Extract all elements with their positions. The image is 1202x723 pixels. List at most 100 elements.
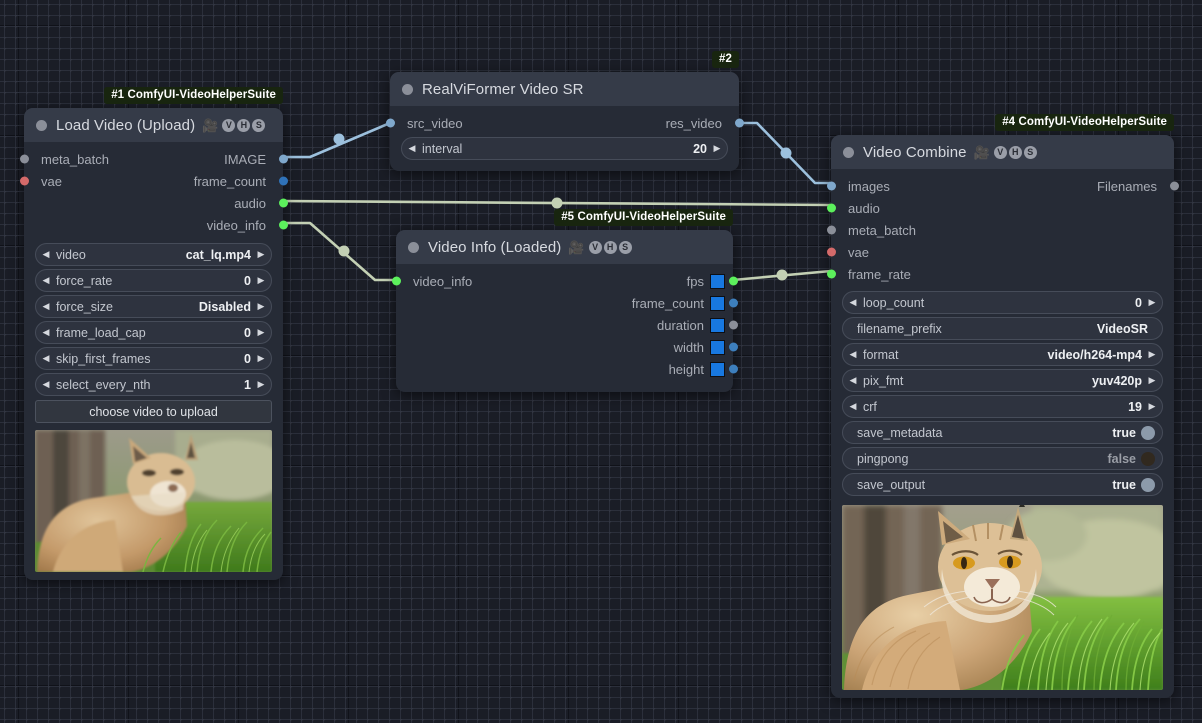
input-slot-frame-rate[interactable]: frame_rate (826, 263, 1003, 285)
input-slot-vae[interactable]: vae (19, 170, 154, 192)
widget-skip-first-frames[interactable]: ◀ skip_first_frames 0 ▶ (35, 347, 272, 370)
output-slot-frame-count[interactable]: frame_count (154, 170, 288, 192)
slot-dot[interactable] (826, 269, 836, 279)
slot-dot[interactable] (278, 154, 288, 164)
output-slot-width[interactable]: width (565, 336, 738, 358)
widget-value: 0 (244, 351, 251, 366)
chevron-left-icon[interactable]: ◀ (36, 301, 56, 312)
chevron-left-icon[interactable]: ◀ (843, 375, 863, 386)
widget-format[interactable]: ◀ format video/h264-mp4 ▶ (842, 343, 1163, 366)
toggle-icon[interactable] (1141, 477, 1155, 492)
node-header-icons: 🎥 V H S (568, 240, 632, 254)
chevron-right-icon[interactable]: ▶ (1142, 349, 1162, 360)
slot-dot[interactable] (1169, 181, 1179, 191)
chevron-right-icon[interactable]: ▶ (251, 249, 271, 260)
output-slot-image[interactable]: IMAGE (154, 148, 288, 170)
input-slot-images[interactable]: images (826, 175, 1003, 197)
input-slot-video-info[interactable]: video_info (391, 270, 565, 292)
toggle-icon[interactable] (1141, 451, 1155, 466)
slot-dot[interactable] (19, 176, 29, 186)
input-slot-meta-batch[interactable]: meta_batch (826, 219, 1003, 241)
input-slot-audio[interactable]: audio (826, 197, 1003, 219)
slot-dot[interactable] (385, 118, 395, 128)
node-realviformer-video-sr[interactable]: #2 RealViFormer Video SR src_video res_v… (385, 51, 744, 171)
chevron-right-icon[interactable]: ▶ (251, 301, 271, 312)
slot-dot[interactable] (728, 342, 738, 352)
widget-pix-fmt[interactable]: ◀ pix_fmt yuv420p ▶ (842, 369, 1163, 392)
node-video-info-loaded[interactable]: #5 ComfyUI-VideoHelperSuite Video Info (… (391, 209, 738, 392)
toggle-icon[interactable] (1141, 425, 1155, 440)
slot-dot[interactable] (728, 364, 738, 374)
widget-crf[interactable]: ◀ crf 19 ▶ (842, 395, 1163, 418)
chevron-right-icon[interactable]: ▶ (251, 327, 271, 338)
node-load-video-upload[interactable]: #1 ComfyUI-VideoHelperSuite Load Video (… (19, 87, 288, 580)
chevron-right-icon[interactable]: ▶ (707, 143, 727, 154)
node-titlebar[interactable]: Video Combine 🎥 V H S (831, 135, 1174, 169)
input-slot-vae[interactable]: vae (826, 241, 1003, 263)
chevron-right-icon[interactable]: ▶ (1142, 297, 1162, 308)
chevron-left-icon[interactable]: ◀ (36, 249, 56, 260)
chevron-left-icon[interactable]: ◀ (36, 379, 56, 390)
slot-dot[interactable] (826, 181, 836, 191)
chevron-left-icon[interactable]: ◀ (843, 297, 863, 308)
collapse-icon[interactable] (402, 83, 413, 95)
output-slot-frame-count[interactable]: frame_count (565, 292, 738, 314)
node-titlebar[interactable]: RealViFormer Video SR (390, 72, 739, 106)
output-slot-res-video[interactable]: res_video (565, 112, 744, 134)
collapse-icon[interactable] (843, 146, 854, 158)
widget-pingpong[interactable]: pingpong false (842, 447, 1163, 470)
collapse-icon[interactable] (36, 119, 47, 131)
slot-dot[interactable] (728, 298, 738, 308)
collapse-icon[interactable] (408, 241, 419, 253)
slot-label: meta_batch (41, 151, 109, 167)
node-body: images audio meta_batch vae frame_rate F… (826, 169, 1179, 698)
graph-canvas[interactable]: #1 ComfyUI-VideoHelperSuite Load Video (… (0, 0, 1202, 723)
chevron-left-icon[interactable]: ◀ (36, 353, 56, 364)
slot-dot[interactable] (278, 176, 288, 186)
widget-select-every-nth[interactable]: ◀ select_every_nth 1 ▶ (35, 373, 272, 396)
chevron-right-icon[interactable]: ▶ (251, 353, 271, 364)
choose-video-to-upload-button[interactable]: choose video to upload (35, 400, 272, 423)
slot-dot[interactable] (728, 320, 738, 330)
widget-save-metadata[interactable]: save_metadata true (842, 421, 1163, 444)
node-titlebar[interactable]: Video Info (Loaded) 🎥 V H S (396, 230, 733, 264)
output-slot-height[interactable]: height (565, 358, 738, 380)
widget-interval[interactable]: ◀ interval 20 ▶ (401, 137, 728, 160)
node-titlebar[interactable]: Load Video (Upload) 🎥 V H S (24, 108, 283, 142)
widget-loop-count[interactable]: ◀ loop_count 0 ▶ (842, 291, 1163, 314)
output-slot-fps[interactable]: fps (565, 270, 738, 292)
video-preview-thumbnail[interactable] (35, 430, 272, 572)
slot-dot[interactable] (19, 154, 29, 164)
chevron-right-icon[interactable]: ▶ (1142, 375, 1162, 386)
output-slot-audio[interactable]: audio (24, 192, 288, 214)
chevron-left-icon[interactable]: ◀ (843, 349, 863, 360)
slot-dot[interactable] (728, 276, 738, 286)
widget-save-output[interactable]: save_output true (842, 473, 1163, 496)
chevron-left-icon[interactable]: ◀ (36, 275, 56, 286)
input-slot-meta-batch[interactable]: meta_batch (19, 148, 154, 170)
output-slot-duration[interactable]: duration (565, 314, 738, 336)
input-slot-src-video[interactable]: src_video (385, 112, 565, 134)
slot-dot[interactable] (391, 276, 401, 286)
node-video-combine[interactable]: #4 ComfyUI-VideoHelperSuite Video Combin… (826, 114, 1179, 698)
slot-dot[interactable] (278, 198, 288, 208)
chevron-left-icon[interactable]: ◀ (402, 143, 422, 154)
chevron-right-icon[interactable]: ▶ (1142, 401, 1162, 412)
chevron-left-icon[interactable]: ◀ (36, 327, 56, 338)
output-slot-video-info[interactable]: video_info (24, 214, 288, 236)
chevron-right-icon[interactable]: ▶ (251, 275, 271, 286)
widget-filename-prefix[interactable]: filename_prefix VideoSR (842, 317, 1163, 340)
widget-force-size[interactable]: ◀ force_size Disabled ▶ (35, 295, 272, 318)
widget-frame-load-cap[interactable]: ◀ frame_load_cap 0 ▶ (35, 321, 272, 344)
chevron-right-icon[interactable]: ▶ (251, 379, 271, 390)
slot-dot[interactable] (734, 118, 744, 128)
slot-dot[interactable] (826, 225, 836, 235)
slot-dot[interactable] (826, 203, 836, 213)
widget-video[interactable]: ◀ video cat_lq.mp4 ▶ (35, 243, 272, 266)
slot-dot[interactable] (826, 247, 836, 257)
video-output-preview[interactable] (842, 505, 1163, 690)
chevron-left-icon[interactable]: ◀ (843, 401, 863, 412)
output-slot-filenames[interactable]: Filenames (1003, 175, 1179, 197)
widget-force-rate[interactable]: ◀ force_rate 0 ▶ (35, 269, 272, 292)
slot-dot[interactable] (278, 220, 288, 230)
